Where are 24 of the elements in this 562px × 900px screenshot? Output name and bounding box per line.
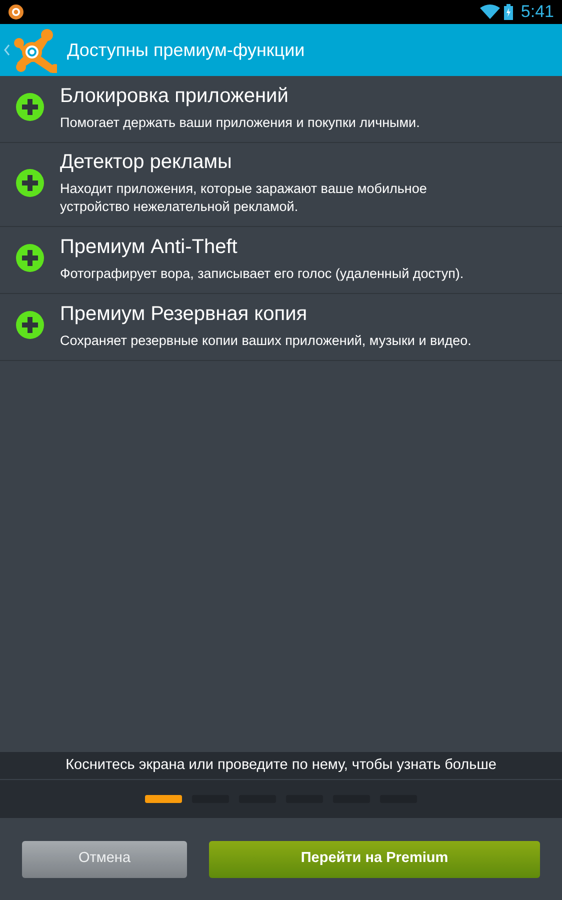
plus-icon bbox=[16, 168, 44, 196]
feature-description: Находит приложения, которые заражают ваше мобильное устройство нежелательной рекламой. bbox=[60, 180, 428, 216]
feature-description: Фотографирует вора, записывает его голос (удаленный доступ). bbox=[60, 264, 464, 282]
screen-title: Доступны премиум-функции bbox=[67, 38, 305, 62]
notification-icon bbox=[8, 4, 24, 20]
feature-title: Премиум Anti-Theft bbox=[60, 234, 238, 260]
feature-item[interactable]: Премиум Резервная копия Сохраняет резервные копии ваших приложений, музыки и видео. bbox=[0, 294, 562, 361]
feature-title: Премиум Резервная копия bbox=[60, 302, 308, 326]
feature-item[interactable]: Премиум Anti-Theft Фотографирует вора, записывает его голос (удаленный доступ). bbox=[0, 227, 562, 294]
feature-item[interactable]: Блокировка приложений Помогает держать ваши приложения и покупки личными. bbox=[0, 76, 562, 143]
battery-icon bbox=[504, 4, 513, 20]
plus-icon bbox=[16, 93, 44, 121]
back-caret-icon bbox=[4, 44, 10, 56]
plus-icon bbox=[16, 244, 44, 272]
clock: 5:41 bbox=[520, 1, 554, 24]
hint-text: Коснитесь экрана или проведите по нему, чтобы узнать больше bbox=[0, 752, 562, 780]
feature-description: Помогает держать ваши приложения и покупки личными. bbox=[60, 114, 420, 132]
feature-item[interactable]: Детектор рекламы Находит приложения, которые заражают ваше мобильное устройство нежелательной рекламой. bbox=[0, 143, 562, 227]
feature-title: Детектор рекламы bbox=[60, 150, 233, 175]
wifi-icon bbox=[480, 4, 500, 20]
feature-title: Блокировка приложений bbox=[60, 84, 290, 108]
plus-icon bbox=[16, 311, 44, 339]
feature-description: Сохраняет резервные копии ваших приложений, музыки и видео. bbox=[60, 332, 472, 350]
app-logo-icon bbox=[11, 27, 57, 73]
